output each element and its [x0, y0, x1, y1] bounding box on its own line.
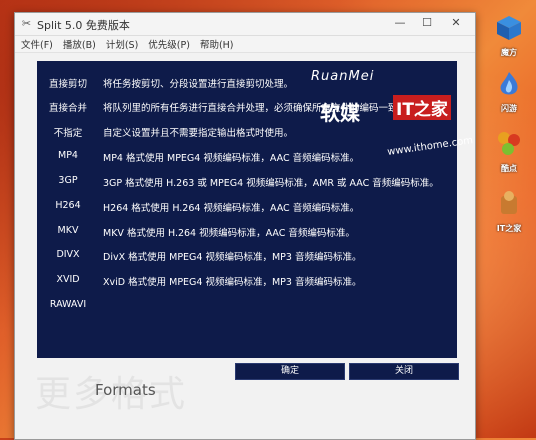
format-desc: 将任务按剪切、分段设置进行直接剪切处理。: [103, 79, 294, 90]
format-desc: 将队列里的所有任务进行直接合并处理，必须确保所有文件的编码一致。: [103, 103, 408, 114]
format-name: MKV: [57, 225, 79, 236]
format-row[interactable]: H264 H264 格式使用 H.264 视频编码标准，AAC 音频编码标准。: [37, 195, 457, 219]
menu-file[interactable]: 文件(F): [21, 37, 53, 51]
ok-button[interactable]: 确定: [235, 363, 345, 380]
format-row[interactable]: 3GP 3GP 格式使用 H.263 或 MPEG4 视频编码标准，AMR 或 …: [37, 170, 457, 194]
close-button[interactable]: 关闭: [349, 363, 459, 380]
ruanmei-logo-text: RuanMei: [311, 69, 375, 84]
menu-help[interactable]: 帮助(H): [200, 37, 234, 51]
format-row[interactable]: MKV MKV 格式使用 H.264 视频编码标准，AAC 音频编码标准。: [37, 220, 457, 244]
format-desc: 自定义设置并且不需要指定输出格式时使用。: [103, 128, 294, 139]
desktop-icon-label: IT之家: [496, 224, 522, 233]
app-window: ✂ Split 5.0 免费版本 — ☐ ✕ 文件(F) 播放(B) 计划(S)…: [14, 12, 476, 440]
ithome-badge: IT之家: [393, 95, 451, 120]
window-title: Split 5.0 免费版本: [37, 19, 130, 32]
menu-priority[interactable]: 优先级(P): [148, 37, 190, 51]
flame-icon: [500, 72, 518, 95]
format-row[interactable]: DIVX DivX 格式使用 MPEG4 视频编码标准，MP3 音频编码标准。: [37, 244, 457, 268]
format-name: MP4: [58, 150, 78, 161]
format-desc: DivX 格式使用 MPEG4 视频编码标准，MP3 音频编码标准。: [103, 252, 362, 263]
format-desc: 3GP 格式使用 H.263 或 MPEG4 视频编码标准，AMR 或 AAC …: [103, 178, 439, 189]
format-name: 直接合并: [48, 103, 87, 114]
desktop-icon-label: 酷点: [501, 164, 517, 173]
dots-icon: [498, 132, 520, 155]
desktop-icon-ithome[interactable]: IT之家: [489, 190, 529, 234]
format-desc: H264 格式使用 H.264 视频编码标准，AAC 音频编码标准。: [103, 203, 360, 214]
menu-schedule[interactable]: 计划(S): [106, 37, 138, 51]
menu-bar: 文件(F) 播放(B) 计划(S) 优先级(P) 帮助(H): [15, 36, 475, 53]
format-desc: XviD 格式使用 MPEG4 视频编码标准，MP3 音频编码标准。: [103, 277, 362, 288]
desktop-icon-label: 闪游: [501, 104, 517, 113]
close-window-button[interactable]: ✕: [443, 13, 469, 33]
format-name: RAWAVI: [49, 299, 87, 310]
minimize-button[interactable]: —: [387, 13, 413, 33]
desktop-icon-label: 魔方: [501, 48, 517, 57]
format-name: 不指定: [53, 128, 83, 139]
format-row[interactable]: 不指定 自定义设置并且不需要指定输出格式时使用。: [37, 120, 457, 144]
ithome-icon: [501, 191, 517, 214]
ruanmei-cn-text: 软媒: [320, 101, 360, 125]
format-name: DIVX: [56, 249, 80, 260]
title-bar: ✂ Split 5.0 免费版本 — ☐ ✕: [15, 13, 475, 36]
format-name: 直接剪切: [48, 79, 87, 90]
maximize-button[interactable]: ☐: [414, 13, 440, 33]
format-name: 3GP: [58, 175, 78, 186]
formats-label: Formats: [95, 381, 156, 399]
format-row[interactable]: 直接剪切 将任务按剪切、分段设置进行直接剪切处理。: [37, 71, 457, 95]
desktop-icon-shanyou[interactable]: 闪游: [489, 70, 529, 114]
format-row[interactable]: XVID XviD 格式使用 MPEG4 视频编码标准，MP3 音频编码标准。: [37, 269, 457, 293]
format-desc: MKV 格式使用 H.264 视频编码标准，AAC 音频编码标准。: [103, 228, 355, 239]
format-row[interactable]: RAWAVI: [37, 294, 457, 318]
app-icon: ✂: [21, 17, 32, 30]
format-desc: MP4 格式使用 MPEG4 视频编码标准，AAC 音频编码标准。: [103, 153, 360, 164]
format-name: H264: [55, 200, 81, 211]
desktop-icon-kudian[interactable]: 酷点: [489, 130, 529, 174]
format-name: XVID: [56, 274, 80, 285]
menu-play[interactable]: 播放(B): [63, 37, 96, 51]
desktop-icon-mofang[interactable]: 魔方: [489, 14, 529, 58]
cube-icon: [497, 16, 521, 40]
